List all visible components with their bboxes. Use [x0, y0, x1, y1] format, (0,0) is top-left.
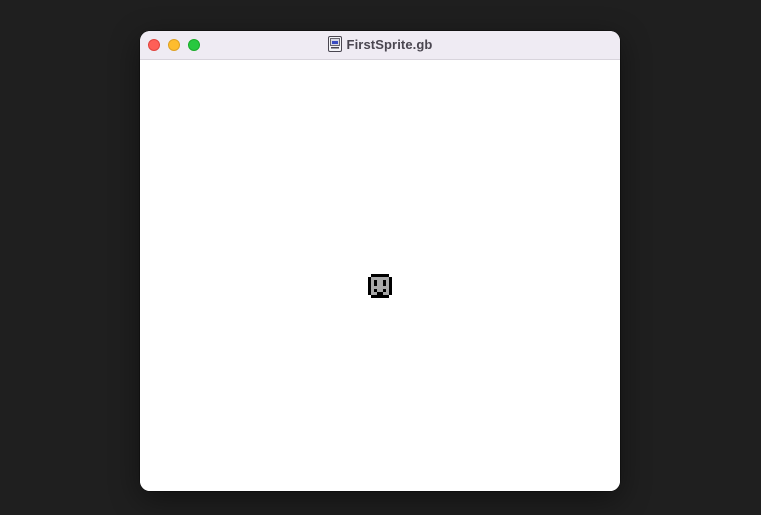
- app-window: FirstSprite.gb: [140, 31, 620, 491]
- window-title: FirstSprite.gb: [346, 36, 433, 52]
- title-group: FirstSprite.gb: [140, 36, 620, 52]
- game-screen[interactable]: [140, 60, 620, 491]
- document-icon: [327, 36, 342, 52]
- desktop: FirstSprite.gb: [0, 0, 761, 515]
- smiley-sprite: [368, 274, 392, 298]
- title-bar[interactable]: FirstSprite.gb: [140, 31, 620, 60]
